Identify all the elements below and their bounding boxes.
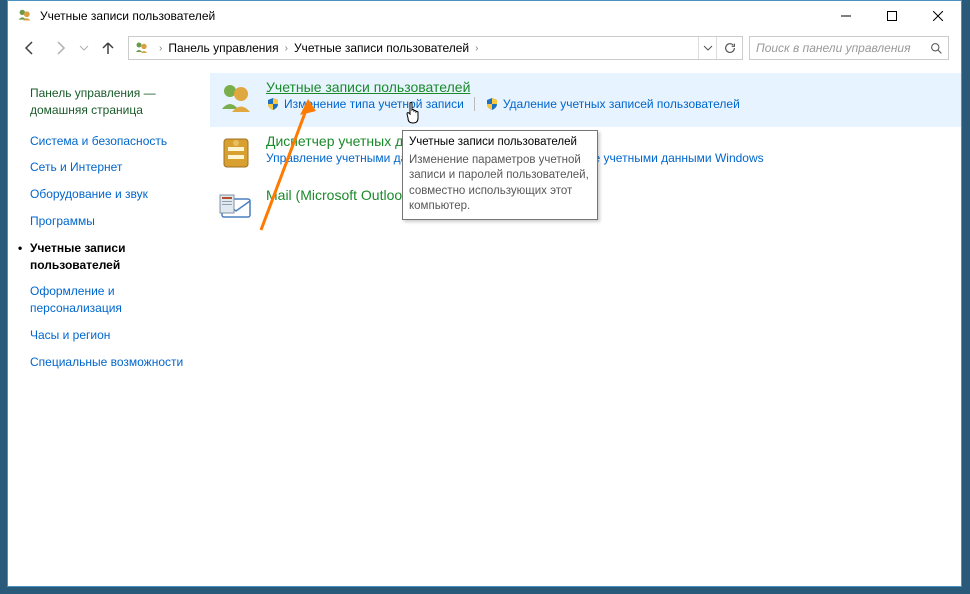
tooltip-body: Изменение параметров учетной записи и па… xyxy=(409,153,591,215)
chevron-icon[interactable]: › xyxy=(159,43,162,54)
sub-remove-user-accounts[interactable]: Удаление учетных записей пользователей xyxy=(485,97,750,111)
user-accounts-icon xyxy=(216,79,256,119)
window-title: Учетные записи пользователей xyxy=(40,9,823,23)
breadcrumb-control-panel[interactable]: Панель управления xyxy=(166,41,280,55)
window-icon xyxy=(16,7,34,25)
breadcrumb-icon xyxy=(133,39,151,57)
sidebar-item-hardware[interactable]: Оборудование и звук xyxy=(30,186,202,203)
chevron-icon[interactable]: › xyxy=(285,43,288,54)
breadcrumb-user-accounts[interactable]: Учетные записи пользователей xyxy=(292,41,471,55)
sub-label: Удаление учетных записей пользователей xyxy=(503,97,740,111)
minimize-button[interactable] xyxy=(823,1,869,31)
credential-manager-icon xyxy=(216,133,256,173)
search-box[interactable] xyxy=(749,36,949,60)
address-dropdown[interactable] xyxy=(698,37,716,59)
forward-button[interactable] xyxy=(46,34,74,62)
close-button[interactable] xyxy=(915,1,961,31)
sidebar-item-accessibility[interactable]: Специальные возможности xyxy=(30,354,202,371)
tooltip-title: Учетные записи пользователей xyxy=(409,135,591,151)
address-bar[interactable]: › Панель управления › Учетные записи пол… xyxy=(128,36,743,60)
category-title-credential-manager[interactable]: Диспетчер учетных данных xyxy=(266,133,949,149)
shield-icon xyxy=(266,97,280,111)
control-panel-window: Учетные записи пользователей xyxy=(7,0,962,587)
maximize-button[interactable] xyxy=(869,1,915,31)
mail-icon xyxy=(216,187,256,227)
back-button[interactable] xyxy=(16,34,44,62)
shield-icon xyxy=(485,97,499,111)
sidebar-item-network[interactable]: Сеть и Интернет xyxy=(30,159,202,176)
chevron-icon[interactable]: › xyxy=(475,43,478,54)
search-icon[interactable] xyxy=(924,42,948,55)
breadcrumb[interactable]: › Панель управления › Учетные записи пол… xyxy=(129,37,698,59)
window-controls xyxy=(823,1,961,31)
sidebar-home-link[interactable]: Панель управления — домашняя страница xyxy=(30,85,202,119)
sidebar-item-appearance[interactable]: Оформление и персонализация xyxy=(30,283,202,317)
up-button[interactable] xyxy=(94,34,122,62)
sub-label: Изменение типа учетной записи xyxy=(284,97,464,111)
category-title-mail[interactable]: Mail (Microsoft Outlook) xyxy=(266,187,949,203)
sidebar-item-system[interactable]: Система и безопасность xyxy=(30,133,202,150)
sidebar: Панель управления — домашняя страница Си… xyxy=(8,65,210,586)
sub-change-account-type[interactable]: Изменение типа учетной записи xyxy=(266,97,475,111)
category-user-accounts[interactable]: Учетные записи пользователей Изменение т… xyxy=(210,73,961,127)
recent-dropdown[interactable] xyxy=(76,34,92,62)
sidebar-item-programs[interactable]: Программы xyxy=(30,213,202,230)
titlebar: Учетные записи пользователей xyxy=(8,1,961,31)
tooltip: Учетные записи пользователей Изменение п… xyxy=(402,130,598,220)
search-input[interactable] xyxy=(750,37,924,59)
navbar: › Панель управления › Учетные записи пол… xyxy=(8,31,961,65)
category-title-user-accounts[interactable]: Учетные записи пользователей xyxy=(266,79,949,95)
refresh-button[interactable] xyxy=(716,37,742,59)
sidebar-item-clock[interactable]: Часы и регион xyxy=(30,327,202,344)
sidebar-item-user-accounts[interactable]: Учетные записи пользователей xyxy=(30,240,202,274)
